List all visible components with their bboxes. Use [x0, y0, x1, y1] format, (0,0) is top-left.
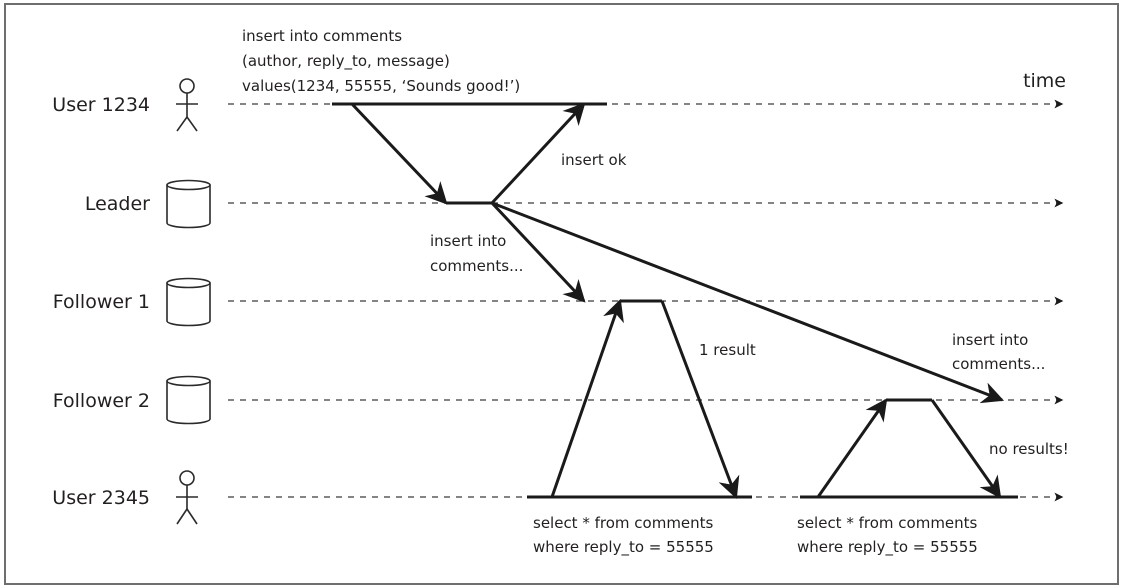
- actor-label-leader: Leader: [85, 193, 150, 215]
- message-replicate-follower-1: [490, 201, 586, 303]
- note-read-query-1-line-2: where reply_to = 55555: [533, 538, 714, 557]
- note-replicate-f2-line-1: insert into: [952, 331, 1028, 349]
- note-one-result: 1 result: [699, 341, 756, 359]
- actor-label-user-1234: User 1234: [52, 94, 150, 116]
- note-write-query-line-1: insert into comments: [242, 27, 402, 45]
- note-write-query-line-2: (author, reply_to, message): [242, 52, 450, 71]
- note-write-query-line-3: values(1234, 55555, ‘Sounds good!’): [242, 77, 520, 95]
- replication-lag-sequence-diagram: time User 1234 Leader Follower 1 Followe…: [52, 27, 1069, 557]
- note-no-results: no results!: [989, 440, 1069, 458]
- message-result-follower-1: [660, 300, 740, 500]
- person-icon: [176, 470, 198, 525]
- note-read-query-2-line-1: select * from comments: [797, 514, 978, 532]
- person-icon: [176, 78, 198, 132]
- message-read-follower-1: [550, 298, 624, 498]
- note-read-query-2-line-2: where reply_to = 55555: [797, 538, 978, 557]
- database-icon: [166, 277, 211, 327]
- note-replicate-f2-line-2: comments...: [952, 355, 1045, 373]
- note-replicate-f1-line-2: comments...: [430, 257, 523, 275]
- database-icon: [166, 375, 211, 425]
- time-axis-label: time: [1023, 70, 1066, 92]
- note-read-query-1-line-1: select * from comments: [533, 514, 714, 532]
- actor-label-user-2345: User 2345: [52, 487, 150, 509]
- message-write-to-leader: [350, 102, 448, 205]
- actor-label-follower-1: Follower 1: [53, 291, 150, 313]
- database-icon: [166, 179, 211, 229]
- note-replicate-f1-line-1: insert into: [430, 232, 506, 250]
- actor-label-follower-2: Follower 2: [53, 390, 150, 412]
- message-read-follower-2: [816, 398, 888, 498]
- note-insert-ok: insert ok: [561, 151, 627, 169]
